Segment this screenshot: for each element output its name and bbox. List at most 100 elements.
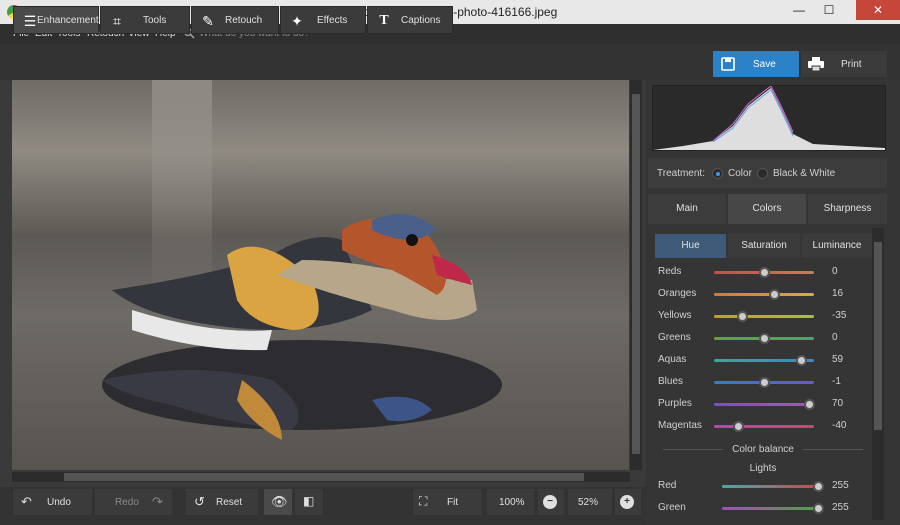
- tab-retouch[interactable]: ✎ Retouch: [191, 6, 279, 34]
- slider-knob[interactable]: [737, 311, 748, 322]
- slider-row: Oranges 16: [658, 286, 868, 302]
- tab-effects[interactable]: ✦ Effects: [280, 6, 366, 34]
- subtab-luminance[interactable]: Luminance: [802, 234, 872, 258]
- slider-row: Greens 0: [658, 330, 868, 346]
- zoom-level[interactable]: 52%: [568, 489, 612, 515]
- scroll-thumb[interactable]: [64, 473, 584, 481]
- slider-name: Aquas: [658, 354, 687, 365]
- slider-knob[interactable]: [769, 289, 780, 300]
- slider-name: Green: [658, 502, 686, 513]
- slider-name: Greens: [658, 332, 691, 343]
- slider-value: 70: [832, 398, 844, 409]
- lights-label: Lights: [749, 463, 777, 474]
- panel-scrollbar[interactable]: [872, 228, 884, 520]
- slider-track[interactable]: [722, 485, 822, 488]
- slider-value: 255: [832, 480, 849, 491]
- slider-name: Magentas: [658, 420, 702, 431]
- subtab-hue[interactable]: Hue: [655, 234, 726, 258]
- slider-knob[interactable]: [759, 333, 770, 344]
- tab-colors[interactable]: Colors: [728, 194, 806, 224]
- slider-name: Red: [658, 480, 677, 491]
- slider-track[interactable]: [722, 507, 822, 510]
- color-balance-label: Color balance: [732, 444, 794, 455]
- divider: [663, 448, 724, 450]
- subtab-saturation[interactable]: Saturation: [728, 234, 800, 258]
- plus-icon: +: [620, 495, 634, 509]
- preview-toggle[interactable]: 👁: [264, 489, 292, 515]
- slider-knob[interactable]: [759, 267, 770, 278]
- zoom-value: 52%: [578, 497, 599, 508]
- print-button[interactable]: Print: [801, 51, 887, 77]
- slider-knob[interactable]: [813, 481, 824, 492]
- slider-row: Blues -1: [658, 374, 868, 390]
- slider-value: -1: [832, 376, 841, 387]
- undo-label: Undo: [47, 497, 71, 508]
- slider-track[interactable]: [714, 425, 814, 428]
- horizontal-scrollbar[interactable]: [12, 472, 630, 482]
- minimize-button[interactable]: —: [786, 0, 812, 20]
- divider: [802, 448, 863, 450]
- fit-button[interactable]: ⛶ Fit: [413, 489, 482, 515]
- slider-track[interactable]: [714, 403, 814, 406]
- slider-name: Purples: [658, 398, 692, 409]
- text-icon: T: [379, 13, 389, 28]
- histogram-graph: [653, 85, 885, 150]
- reset-label: Reset: [216, 497, 243, 508]
- compare-button[interactable]: ◧: [295, 489, 323, 515]
- zoom-100-button[interactable]: 100%: [487, 489, 534, 515]
- slider-value: 0: [832, 266, 838, 277]
- slider-row: Red 255: [658, 478, 868, 494]
- scroll-thumb[interactable]: [632, 94, 640, 454]
- slider-track[interactable]: [714, 293, 814, 296]
- color-radio[interactable]: [712, 168, 723, 179]
- zoom-in-button[interactable]: +: [615, 489, 641, 515]
- redo-label: Redo: [115, 497, 139, 508]
- slider-row: Purples 70: [658, 396, 868, 412]
- save-button[interactable]: Save: [713, 51, 799, 77]
- maximize-button[interactable]: ☐: [816, 0, 842, 20]
- slider-knob[interactable]: [759, 377, 770, 388]
- slider-row: Yellows -35: [658, 308, 868, 324]
- reset-icon: ↺: [194, 494, 205, 509]
- slider-knob[interactable]: [796, 355, 807, 366]
- color-label: Color: [728, 168, 752, 179]
- slider-value: 59: [832, 354, 844, 365]
- slider-name: Yellows: [658, 310, 692, 321]
- save-icon: [721, 57, 735, 71]
- slider-knob[interactable]: [804, 399, 815, 410]
- radio-dot-icon: [716, 172, 720, 176]
- slider-value: 255: [832, 502, 849, 513]
- undo-button[interactable]: ↶ Undo: [13, 489, 92, 515]
- slider-row: Aquas 59: [658, 352, 868, 368]
- slider-name: Reds: [658, 266, 682, 277]
- fit-icon: ⛶: [419, 494, 428, 508]
- reset-button[interactable]: ↺ Reset: [186, 489, 258, 515]
- magic-wand-icon: ✦: [291, 13, 303, 29]
- tab-enhancement[interactable]: ☰ Enhancement: [13, 6, 99, 34]
- slider-row: Green 255: [658, 500, 868, 516]
- slider-knob[interactable]: [733, 421, 744, 432]
- close-button[interactable]: ✕: [856, 0, 900, 20]
- redo-button[interactable]: Redo ↷: [95, 489, 172, 515]
- treatment-bar: Treatment: Color Black & White: [648, 158, 887, 188]
- slider-name: Blues: [658, 376, 684, 387]
- scroll-thumb[interactable]: [874, 242, 882, 430]
- zoom-out-button[interactable]: −: [538, 489, 564, 515]
- tab-tools[interactable]: ⌗ Tools: [100, 6, 190, 34]
- black-white-radio[interactable]: [757, 168, 768, 179]
- tab-sharpness[interactable]: Sharpness: [808, 194, 887, 224]
- tab-label: Captions: [401, 15, 441, 26]
- black-white-label: Black & White: [773, 168, 836, 179]
- photo-canvas[interactable]: [12, 80, 629, 470]
- slider-row: Magentas -40: [658, 418, 868, 434]
- treatment-label: Treatment:: [657, 168, 705, 179]
- tab-main[interactable]: Main: [648, 194, 726, 224]
- slider-value: -35: [832, 310, 847, 321]
- vertical-scrollbar[interactable]: [630, 80, 642, 470]
- slider-knob[interactable]: [813, 503, 824, 514]
- slider-track[interactable]: [714, 315, 814, 318]
- tab-label: Enhancement: [37, 15, 99, 26]
- print-label: Print: [841, 59, 862, 70]
- tab-captions[interactable]: T Captions: [367, 6, 453, 34]
- redo-icon: ↷: [152, 494, 163, 509]
